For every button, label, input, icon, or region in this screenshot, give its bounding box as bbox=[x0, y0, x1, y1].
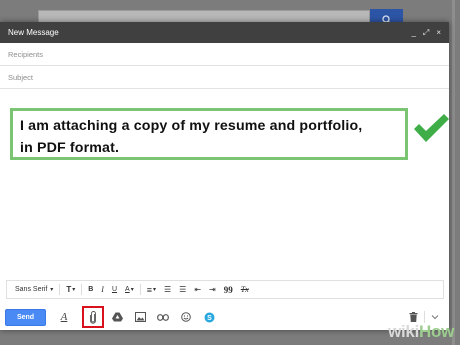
compose-window: New Message _ ⤢ × I am attaching a copy … bbox=[0, 22, 449, 330]
text-color-icon: A bbox=[125, 286, 130, 293]
trash-icon[interactable] bbox=[409, 312, 418, 322]
message-line-2: in PDF format. bbox=[20, 140, 120, 156]
message-body[interactable]: I am attaching a copy of my resume and p… bbox=[0, 89, 449, 285]
quote-button[interactable]: 99 bbox=[220, 281, 237, 298]
recipients-row bbox=[0, 43, 449, 66]
subject-row bbox=[0, 66, 449, 89]
send-button[interactable]: Send bbox=[5, 308, 46, 326]
insert-photo-button[interactable] bbox=[130, 307, 150, 327]
toolbar-divider bbox=[59, 284, 61, 295]
underline-button[interactable]: U bbox=[108, 281, 121, 298]
watermark-how: How bbox=[419, 322, 454, 341]
compose-bottom-toolbar: Send A S bbox=[0, 304, 449, 330]
align-button[interactable]: ≡ ▾ bbox=[143, 281, 160, 298]
numbered-list-icon: ☰ bbox=[163, 285, 172, 294]
bulleted-list-icon: ☰ bbox=[179, 285, 187, 294]
skype-icon: S bbox=[204, 312, 214, 322]
align-arrow-icon: ▾ bbox=[152, 287, 156, 293]
compose-titlebar[interactable]: New Message _ ⤢ × bbox=[0, 22, 449, 43]
formatting-options-icon[interactable]: A bbox=[54, 307, 74, 327]
message-line-1: I am attaching a copy of my resume and p… bbox=[20, 118, 363, 134]
font-family-select[interactable]: Sans Serif ▾ bbox=[11, 281, 57, 298]
link-icon bbox=[157, 313, 169, 321]
text-color-button[interactable]: A ▾ bbox=[121, 281, 138, 298]
compose-title: New Message bbox=[8, 28, 59, 37]
popout-icon[interactable]: ⤢ bbox=[423, 28, 429, 37]
subject-field[interactable] bbox=[8, 72, 449, 82]
insert-link-button[interactable] bbox=[153, 307, 173, 327]
indent-less-button[interactable]: ⇤ bbox=[190, 281, 205, 298]
drive-icon bbox=[111, 312, 123, 322]
background-scrollbar bbox=[452, 0, 455, 345]
font-size-arrow-icon: ▾ bbox=[72, 287, 76, 293]
attach-icon bbox=[90, 310, 96, 324]
bulleted-list-button[interactable]: ☰ bbox=[175, 281, 190, 298]
text-color-arrow-icon: ▾ bbox=[130, 287, 134, 293]
recipients-field[interactable] bbox=[8, 49, 449, 59]
clear-formatting-button[interactable]: Tx bbox=[237, 281, 253, 298]
minimize-icon[interactable]: _ bbox=[411, 28, 415, 37]
quote-icon: 99 bbox=[223, 284, 233, 295]
font-size-select[interactable]: T ▾ bbox=[62, 281, 79, 298]
emoji-icon bbox=[181, 312, 191, 322]
formatting-toolbar: Sans Serif ▾ T ▾ B I U A ▾ ≡ ▾ ☰ ☰ ⇤ ⇥ 9… bbox=[6, 280, 444, 299]
insert-drive-button[interactable] bbox=[107, 307, 127, 327]
insert-emoji-button[interactable] bbox=[176, 307, 196, 327]
align-icon: ≡ bbox=[146, 284, 152, 295]
attach-files-button[interactable] bbox=[82, 306, 104, 328]
font-family-label: Sans Serif bbox=[15, 286, 48, 293]
wikihow-watermark: wikiHow bbox=[388, 322, 454, 342]
message-callout: I am attaching a copy of my resume and p… bbox=[10, 108, 408, 160]
bold-button[interactable]: B bbox=[84, 281, 97, 298]
clear-formatting-icon: Tx bbox=[240, 285, 249, 294]
close-icon[interactable]: × bbox=[436, 28, 441, 37]
toolbar-divider bbox=[81, 284, 83, 295]
skype-call-button[interactable]: S bbox=[199, 307, 219, 327]
font-family-arrow-icon: ▾ bbox=[50, 287, 54, 293]
indent-less-icon: ⇤ bbox=[194, 285, 202, 294]
toolbar-divider bbox=[139, 284, 141, 295]
checkmark-icon bbox=[414, 114, 449, 142]
svg-text:S: S bbox=[207, 315, 212, 322]
window-controls: _ ⤢ × bbox=[411, 28, 441, 37]
indent-more-icon: ⇥ bbox=[209, 285, 216, 294]
more-options-icon[interactable] bbox=[431, 314, 439, 320]
indent-more-button[interactable]: ⇥ bbox=[205, 281, 220, 298]
font-size-icon: T bbox=[66, 285, 72, 294]
watermark-wiki: wiki bbox=[388, 322, 420, 341]
italic-button[interactable]: I bbox=[97, 281, 108, 298]
numbered-list-button[interactable]: ☰ bbox=[160, 281, 175, 298]
photo-icon bbox=[134, 312, 146, 322]
